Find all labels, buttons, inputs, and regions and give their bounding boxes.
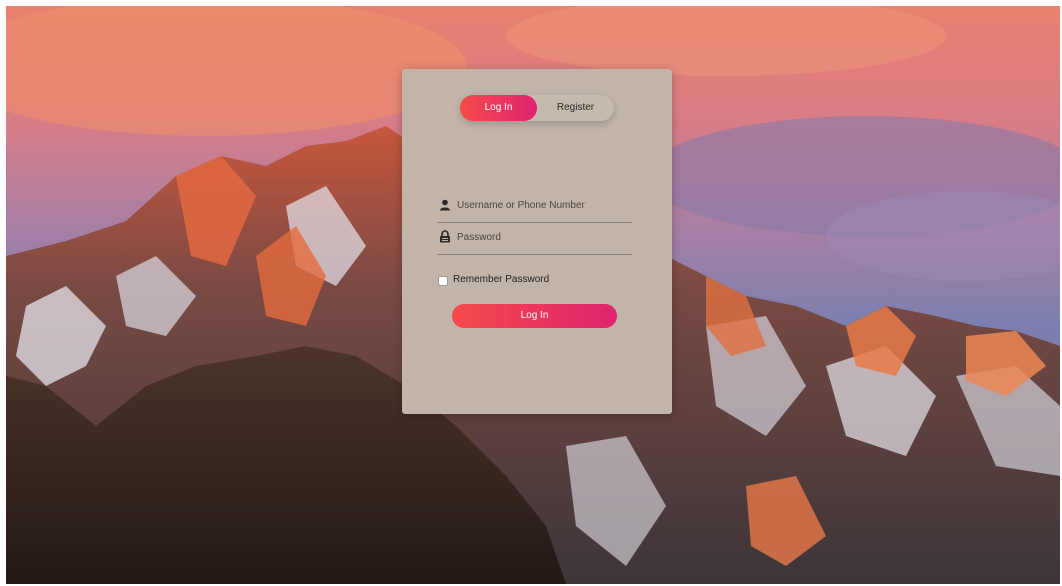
tab-login[interactable]: Log In [460,95,537,121]
password-input[interactable] [457,228,627,246]
lock-icon [439,230,453,244]
user-icon [439,198,453,212]
tab-register[interactable]: Register [537,95,614,121]
auth-tab-switch: Log In Register [460,95,614,121]
username-field [437,192,632,223]
remember-password-checkbox[interactable] [438,276,448,286]
remember-password-label: Remember Password [453,274,550,285]
login-button[interactable]: Log In [452,304,617,328]
password-field [437,224,632,255]
username-input[interactable] [457,196,627,214]
login-card: Log In Register Remember Password Log In [402,69,672,414]
